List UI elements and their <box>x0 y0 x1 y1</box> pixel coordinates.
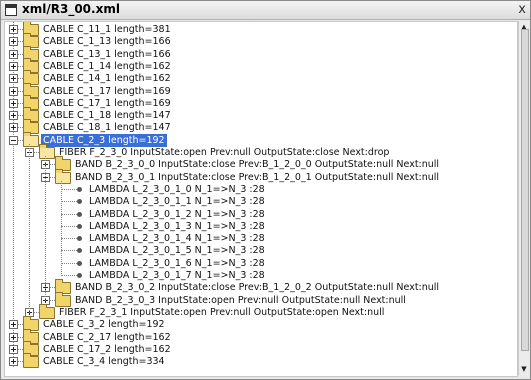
tree-leaf-item[interactable]: LAMBDA L_2_3_0_1_6 N_1=>N_3 :28 <box>5 257 517 270</box>
leaf-bullet-icon <box>77 260 82 266</box>
tree-node-item[interactable]: CABLE C_1_14 length=162 <box>5 57 517 73</box>
tree-item-label: LAMBDA L_2_3_0_1_3 N_1=>N_3 :28 <box>89 220 265 232</box>
tree-item-label: BAND B_2_3_0_3 InputState:open Prev:null… <box>75 294 406 306</box>
tree-item-label: CABLE C_2_3 length=192 <box>41 133 167 147</box>
tree-node-item[interactable]: CABLE C_17_1 length=169 <box>5 94 517 110</box>
window-menu-icon[interactable] <box>5 4 17 16</box>
tree-item-label: CABLE C_18_1 length=147 <box>43 122 171 134</box>
tree-leaf-item[interactable]: LAMBDA L_2_3_0_1_0 N_1=>N_3 :28 <box>5 183 517 196</box>
tree-leaf-item[interactable]: LAMBDA L_2_3_0_1_5 N_1=>N_3 :28 <box>5 244 517 257</box>
tree-node-item[interactable]: CABLE C_18_1 length=147 <box>5 119 517 135</box>
tree-connector-line <box>61 180 62 276</box>
expand-plus-icon[interactable] <box>9 98 18 108</box>
tree-leaf-item[interactable]: LAMBDA L_2_3_0_1_4 N_1=>N_3 :28 <box>5 232 517 245</box>
leaf-bullet-icon <box>77 273 82 278</box>
expand-plus-icon[interactable] <box>9 320 18 330</box>
tree-leaf-item[interactable]: LAMBDA L_2_3_0_1_7 N_1=>N_3 :28 <box>5 269 517 282</box>
leaf-bullet-icon <box>77 199 82 205</box>
collapse-minus-icon[interactable] <box>9 135 18 145</box>
leaf-bullet-icon <box>77 236 82 242</box>
tree-leaf-item[interactable]: LAMBDA L_2_3_0_1_3 N_1=>N_3 :28 <box>5 220 517 233</box>
tree-node-item[interactable]: FIBER F_2_3_0 InputState:open Prev:null … <box>5 144 517 159</box>
expand-plus-icon[interactable] <box>9 344 18 354</box>
leaf-bullet-icon <box>77 248 82 254</box>
tree-node-item[interactable]: CABLE C_1_13 length=166 <box>5 33 517 49</box>
title-bar[interactable]: xml/R3_00.xml x <box>1 1 530 20</box>
tree-node-item[interactable]: FIBER F_2_3_1 InputState:open Prev:null … <box>5 303 517 319</box>
tree-item-label: CABLE C_1_18 length=147 <box>43 110 171 122</box>
tree-node-item[interactable]: BAND B_2_3_0_1 InputState:close Prev:B_1… <box>5 168 517 184</box>
tree-node-item[interactable]: CABLE C_1_18 length=147 <box>5 107 517 123</box>
tree-node-item[interactable]: BAND B_2_3_0_2 InputState:close Prev:B_1… <box>5 279 517 295</box>
tree-item-label: LAMBDA L_2_3_0_1_0 N_1=>N_3 :28 <box>89 183 265 195</box>
tree-connector-line <box>29 143 30 313</box>
leaf-bullet-icon <box>77 223 82 229</box>
tree-item-label: LAMBDA L_2_3_0_1_2 N_1=>N_3 :28 <box>89 208 265 220</box>
tree-node-item[interactable]: CABLE C_13_1 length=166 <box>5 45 517 61</box>
tree-item-label: CABLE C_13_1 length=166 <box>43 48 171 60</box>
expand-plus-icon[interactable] <box>9 357 18 367</box>
expand-plus-icon[interactable] <box>9 86 18 96</box>
tree-item-label: CABLE C_2_17 length=162 <box>43 331 171 343</box>
folder-open-icon <box>55 168 71 184</box>
scroll-thumb[interactable] <box>521 29 529 351</box>
folder-open-icon <box>23 131 39 147</box>
expand-plus-icon[interactable] <box>9 74 18 84</box>
tree-item-label: CABLE C_17_1 length=169 <box>43 97 171 109</box>
tree-item-label: LAMBDA L_2_3_0_1_1 N_1=>N_3 :28 <box>89 196 265 208</box>
tree-item-label: CABLE C_3_2 length=192 <box>43 319 165 331</box>
folder-icon <box>39 303 55 319</box>
tree-node-item[interactable]: BAND B_2_3_0_0 InputState:close Prev:B_1… <box>5 156 517 172</box>
tree-node-item[interactable]: CABLE C_14_1 length=162 <box>5 70 517 86</box>
tree-node-item[interactable]: CABLE C_17_2 length=162 <box>5 340 517 356</box>
leaf-bullet-icon <box>77 186 82 192</box>
tree-item-label: CABLE C_11_1 length=381 <box>43 24 171 35</box>
tree-item-label: CABLE C_3_4 length=334 <box>43 356 165 368</box>
tree-node-item[interactable]: CABLE C_3_2 length=192 <box>5 316 517 332</box>
tree-item-label: CABLE C_1_14 length=162 <box>43 60 171 72</box>
tree-node-item[interactable]: BAND B_2_3_0_3 InputState:open Prev:null… <box>5 291 517 307</box>
tree-leaf-item[interactable]: LAMBDA L_2_3_0_1_1 N_1=>N_3 :28 <box>5 195 517 208</box>
folder-open-icon <box>39 144 55 159</box>
window-title: xml/R3_00.xml <box>22 2 120 16</box>
application-window: xml/R3_00.xml x CABLE C_11_1 length=381 C… <box>0 0 531 380</box>
folder-icon <box>55 291 71 307</box>
tree-item-label: BAND B_2_3_0_1 InputState:close Prev:B_1… <box>75 171 440 183</box>
expand-plus-icon[interactable] <box>9 49 18 59</box>
close-button[interactable]: x <box>518 2 526 17</box>
tree-node-item[interactable]: CABLE C_2_17 length=162 <box>5 328 517 344</box>
expand-plus-icon[interactable] <box>9 332 18 342</box>
vertical-scrollbar[interactable]: ▲ ▼ <box>518 21 529 375</box>
tree-item-label: LAMBDA L_2_3_0_1_4 N_1=>N_3 :28 <box>89 233 265 245</box>
tree-node-item[interactable]: CABLE C_2_3 length=192 <box>5 131 517 147</box>
tree-node-item[interactable]: CABLE C_11_1 length=381 <box>5 22 517 36</box>
scroll-down-arrow-icon[interactable]: ▼ <box>520 365 528 373</box>
tree-item-label: LAMBDA L_2_3_0_1_7 N_1=>N_3 :28 <box>89 270 265 281</box>
tree-connector-line <box>45 156 46 301</box>
leaf-bullet-icon <box>77 211 82 217</box>
folder-icon <box>23 353 39 369</box>
tree-item-label: LAMBDA L_2_3_0_1_5 N_1=>N_3 :28 <box>89 245 265 257</box>
tree-item-label: BAND B_2_3_0_2 InputState:close Prev:B_1… <box>75 282 440 294</box>
tree-item-label: FIBER F_2_3_1 InputState:open Prev:null … <box>59 306 385 318</box>
expand-plus-icon[interactable] <box>9 37 18 47</box>
tree-item-label: FIBER F_2_3_0 InputState:open Prev:null … <box>59 147 390 158</box>
tree-node-item[interactable]: CABLE C_3_4 length=334 <box>5 353 517 369</box>
tree-item-label: BAND B_2_3_0_0 InputState:close Prev:B_1… <box>75 159 440 171</box>
tree-node-item[interactable]: CABLE C_1_17 length=169 <box>5 82 517 98</box>
tree-item-label: CABLE C_1_13 length=166 <box>43 36 171 48</box>
tree-item-label: CABLE C_14_1 length=162 <box>43 73 171 85</box>
expand-plus-icon[interactable] <box>9 25 18 34</box>
expand-plus-icon[interactable] <box>9 123 18 133</box>
tree-leaf-item[interactable]: LAMBDA L_2_3_0_1_2 N_1=>N_3 :28 <box>5 208 517 221</box>
tree-item-label: CABLE C_1_17 length=169 <box>43 85 171 97</box>
tree-item-label: CABLE C_17_2 length=162 <box>43 343 171 355</box>
xml-tree-view[interactable]: CABLE C_11_1 length=381 CABLE C_1_13 leng… <box>4 21 518 377</box>
expand-plus-icon[interactable] <box>9 111 18 121</box>
expand-plus-icon[interactable] <box>9 61 18 71</box>
tree-item-label: LAMBDA L_2_3_0_1_6 N_1=>N_3 :28 <box>89 257 265 269</box>
